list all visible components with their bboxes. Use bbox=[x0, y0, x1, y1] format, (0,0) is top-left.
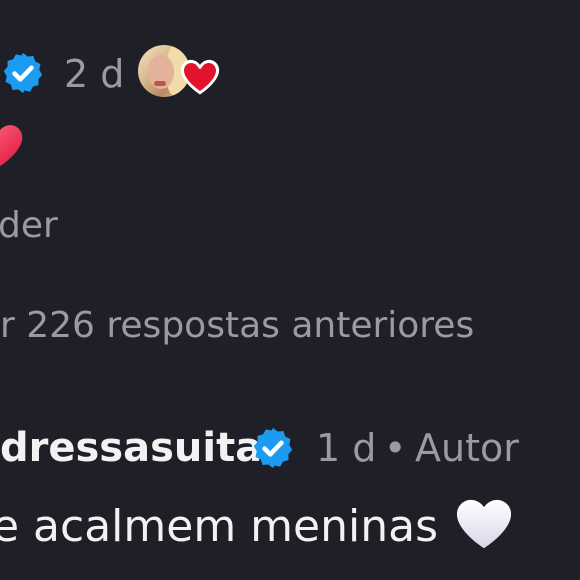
comment-1-time: 2 d bbox=[64, 52, 125, 96]
verified-badge-icon bbox=[3, 52, 43, 94]
comment-2-time: 1 d bbox=[316, 426, 377, 470]
view-previous-replies-button[interactable]: r 226 respostas anteriores bbox=[0, 308, 474, 344]
verified-badge-icon bbox=[253, 427, 293, 469]
meta-separator: • bbox=[384, 426, 407, 470]
pink-heart-icon bbox=[0, 125, 23, 167]
reply-button[interactable]: der bbox=[0, 208, 58, 244]
comment-2-text: e acalmem meninas bbox=[0, 501, 438, 552]
author-tag: Autor bbox=[415, 426, 519, 470]
red-heart-icon bbox=[180, 59, 220, 95]
white-heart-icon bbox=[456, 499, 512, 549]
comment-2-username[interactable]: dressasuita bbox=[0, 428, 262, 468]
